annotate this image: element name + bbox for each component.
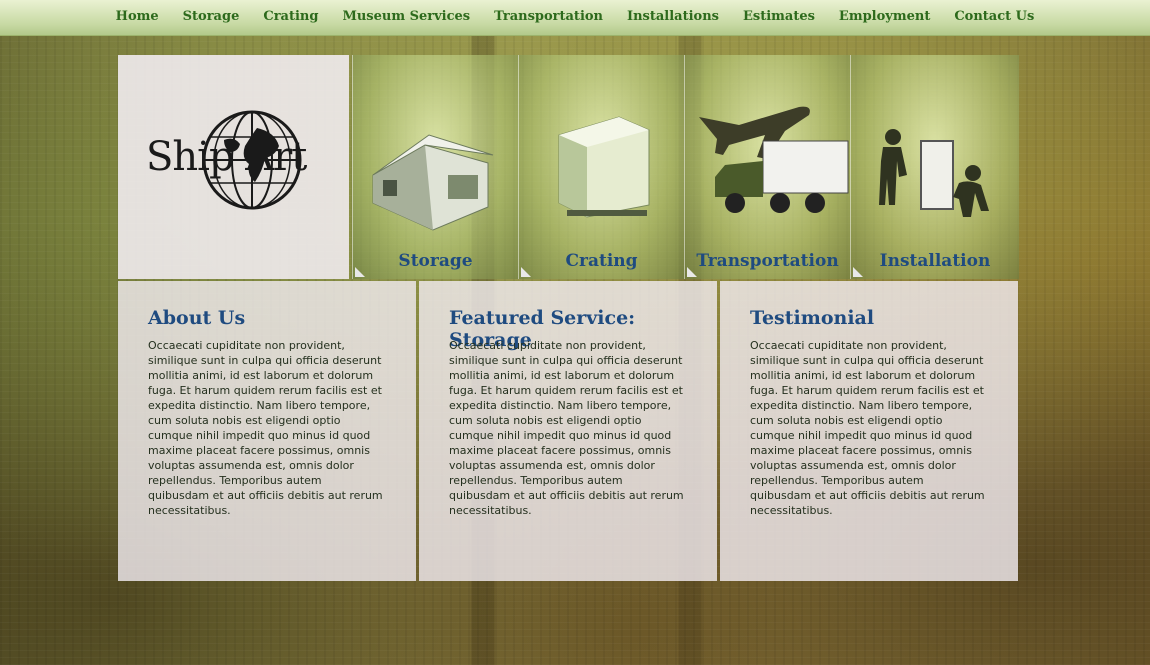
panel-about-us: About Us Occaecati cupiditate non provid…: [118, 281, 416, 581]
nav-museum-services[interactable]: Museum Services: [342, 9, 470, 24]
content-panels: About Us Occaecati cupiditate non provid…: [118, 281, 1018, 581]
logo-box[interactable]: Ship Art: [118, 55, 349, 279]
service-label: Storage: [398, 251, 473, 271]
nav-estimates[interactable]: Estimates: [743, 9, 815, 24]
panel-title: Testimonial: [750, 307, 875, 329]
corner-marker: [521, 267, 531, 277]
service-tile-storage[interactable]: Storage: [352, 55, 518, 279]
nav-employment[interactable]: Employment: [839, 9, 930, 24]
service-tile-transportation[interactable]: Transportation: [684, 55, 850, 279]
installer-icon: [879, 129, 989, 217]
nav-home[interactable]: Home: [116, 9, 159, 24]
globe-icon: [202, 110, 302, 210]
panel-body: Occaecati cupiditate non provident, simi…: [148, 339, 383, 517]
service-label: Installation: [879, 251, 991, 271]
service-tile-crating[interactable]: Crating: [518, 55, 684, 279]
corner-marker: [355, 267, 365, 277]
panel-title: About Us: [148, 307, 246, 329]
corner-marker: [853, 267, 863, 277]
nav-crating[interactable]: Crating: [263, 9, 318, 24]
panel-body: Occaecati cupiditate non provident, simi…: [750, 339, 985, 517]
panel-featured-service: Featured Service: Storage Occaecati cupi…: [419, 281, 717, 581]
nav-contact-us[interactable]: Contact Us: [954, 9, 1034, 24]
service-tile-installation[interactable]: Installation: [850, 55, 1019, 279]
corner-marker: [687, 267, 697, 277]
panel-body: Occaecati cupiditate non provident, simi…: [449, 339, 684, 517]
nav-transportation[interactable]: Transportation: [494, 9, 603, 24]
top-nav: Home Storage Crating Museum Services Tra…: [0, 0, 1150, 36]
warehouse-icon: [372, 134, 494, 231]
logo: Ship Art: [146, 110, 326, 210]
hero-row: Ship Art Storage Crating Transportation …: [118, 55, 1019, 279]
airplane-truck-icon: [699, 106, 849, 213]
crate-icon: [558, 116, 650, 218]
content-wrapper: Ship Art Storage Crating Transportation …: [118, 55, 1019, 581]
service-label: Crating: [565, 251, 638, 271]
service-label: Transportation: [696, 251, 839, 271]
panel-testimonial: Testimonial Occaecati cupiditate non pro…: [720, 281, 1018, 581]
nav-storage[interactable]: Storage: [183, 9, 240, 24]
nav-installations[interactable]: Installations: [627, 9, 719, 24]
